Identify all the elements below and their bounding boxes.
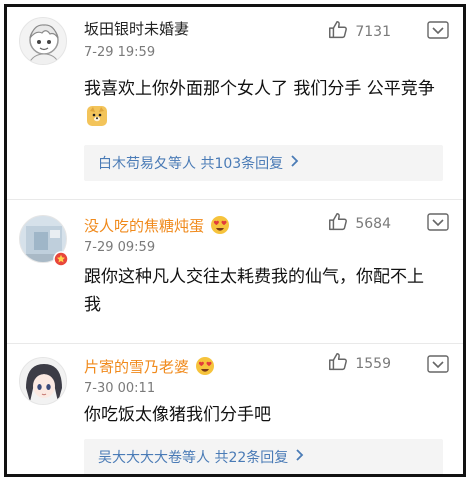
chevron-right-icon	[291, 155, 299, 171]
thumbs-up-icon	[327, 351, 349, 377]
divider	[7, 343, 463, 344]
chevron-down-icon	[427, 213, 449, 235]
like-button[interactable]: 7131	[327, 19, 391, 45]
replies-summary: 吴大大大大卷等人 共22条回复	[98, 450, 289, 466]
divider	[7, 199, 463, 200]
avatar[interactable]	[19, 357, 67, 405]
comment-text: 跟你这种凡人交往太耗费我的仙气，你配不上我	[84, 267, 424, 315]
comment-timestamp: 7-29 09:59	[84, 240, 156, 255]
chevron-right-icon	[296, 449, 304, 465]
like-button[interactable]: 1559	[327, 351, 391, 377]
comment-item: 片寄的雪乃老婆 7-30 00:11 1559 你吃饭太像猪我们分手吧 吴大大大…	[7, 347, 463, 474]
comment-text: 我喜欢上你外面那个女人了 我们分手 公平竞争	[84, 75, 439, 131]
like-count: 7131	[355, 24, 391, 40]
thumbs-up-icon	[327, 211, 349, 237]
like-count: 5684	[355, 216, 391, 232]
replies-summary: 白木苟易夂等人 共103条回复	[98, 156, 284, 172]
heart-eyes-emoji-icon	[210, 215, 230, 235]
commenter-name[interactable]: 坂田银时未婚妻	[84, 19, 189, 39]
comment-text: 你吃饭太像猪我们分手吧	[84, 405, 271, 425]
comment-list: 坂田银时未婚妻 7-29 19:59 7131 我喜欢上你外面那个女人了 我们分…	[4, 4, 466, 477]
verified-badge-icon	[53, 251, 69, 267]
comment-item: 坂田银时未婚妻 7-29 19:59 7131 我喜欢上你外面那个女人了 我们分…	[7, 7, 463, 197]
replies-link[interactable]: 吴大大大大卷等人 共22条回复	[84, 439, 443, 474]
more-options-button[interactable]	[427, 213, 449, 231]
commenter-name[interactable]: 片寄的雪乃老婆	[84, 356, 215, 377]
commenter-name[interactable]: 没人吃的焦糖炖蛋	[84, 215, 230, 236]
more-options-button[interactable]	[427, 21, 449, 39]
more-options-button[interactable]	[427, 355, 449, 373]
comment-timestamp: 7-29 19:59	[84, 45, 156, 60]
chevron-down-icon	[427, 355, 449, 377]
like-count: 1559	[355, 356, 391, 372]
doge-emoji-icon	[86, 105, 108, 127]
replies-link[interactable]: 白木苟易夂等人 共103条回复	[84, 145, 443, 181]
chevron-down-icon	[427, 21, 449, 43]
avatar[interactable]	[19, 17, 67, 65]
comment-timestamp: 7-30 00:11	[84, 381, 156, 396]
comment-item: 没人吃的焦糖炖蛋 7-29 09:59 5684 跟你这种凡人交往太耗费我的仙气…	[7, 203, 463, 339]
heart-eyes-emoji-icon	[195, 356, 215, 376]
like-button[interactable]: 5684	[327, 211, 391, 237]
thumbs-up-icon	[327, 19, 349, 45]
